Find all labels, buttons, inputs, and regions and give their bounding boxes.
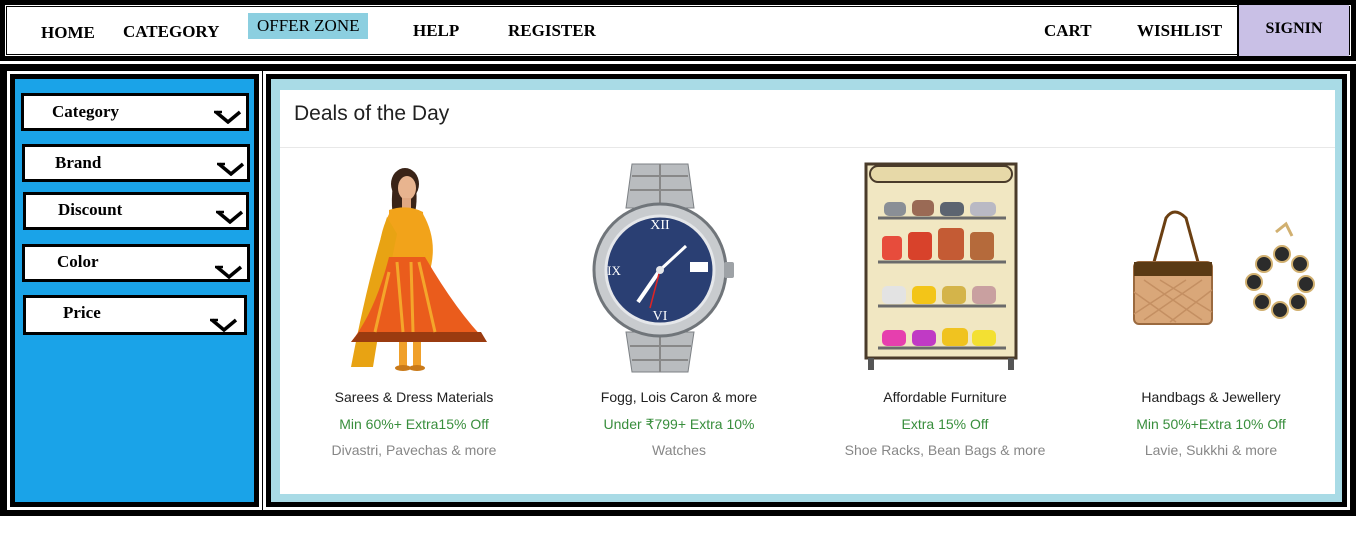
main-border: Deals of the Day Sarees & Dress Material… xyxy=(266,74,1347,507)
chevron-down-icon xyxy=(215,265,243,279)
svg-text:IX: IX xyxy=(607,263,621,278)
filter-brand-dropdown[interactable]: Brand xyxy=(22,144,250,182)
deals-divider xyxy=(280,147,1335,148)
chevron-down-icon xyxy=(217,162,245,176)
content-frame: Category Brand Discount Color Price Deal… xyxy=(0,64,1356,516)
filter-label: Brand xyxy=(55,153,102,172)
signin-button[interactable]: SIGNIN xyxy=(1237,5,1349,56)
deal-name: Sarees & Dress Materials xyxy=(334,389,494,405)
dress-model-image xyxy=(351,168,487,371)
nav-home-link[interactable]: HOME xyxy=(41,18,95,48)
filter-discount-dropdown[interactable]: Discount xyxy=(23,192,249,230)
deal-card-furniture[interactable]: Affordable Furniture Extra 15% Off Shoe … xyxy=(820,162,1070,462)
main-panel: Deals of the Day Sarees & Dress Material… xyxy=(271,79,1342,502)
filter-category-dropdown[interactable]: Category xyxy=(21,93,249,131)
deal-offer: Extra 15% Off xyxy=(901,416,989,432)
deal-name: Affordable Furniture xyxy=(883,389,1007,405)
nav-register-link[interactable]: REGISTER xyxy=(508,16,596,46)
deal-offer: Min 50%+Extra 10% Off xyxy=(1136,416,1286,432)
chevron-down-icon xyxy=(216,210,244,224)
deals-title: Deals of the Day xyxy=(294,102,450,125)
shoe-rack-image xyxy=(864,162,1018,370)
filter-label: Price xyxy=(63,303,101,322)
deal-subtitle: Divastri, Pavechas & more xyxy=(331,442,497,458)
nav-cart-link[interactable]: CART xyxy=(1044,16,1092,46)
deal-name: Fogg, Lois Caron & more xyxy=(600,389,758,405)
deal-name: Handbags & Jewellery xyxy=(1141,389,1281,405)
nav-offer-zone-link[interactable]: OFFER ZONE xyxy=(248,13,369,39)
main-outer: Deals of the Day Sarees & Dress Material… xyxy=(263,71,1350,510)
sidebar-outer: Category Brand Discount Color Price xyxy=(7,71,262,510)
deal-subtitle: Shoe Racks, Bean Bags & more xyxy=(844,442,1046,458)
chevron-down-icon xyxy=(214,110,242,124)
sidebar-border: Category Brand Discount Color Price xyxy=(10,74,259,507)
deal-card-sarees[interactable]: Sarees & Dress Materials Min 60%+ Extra1… xyxy=(289,162,539,462)
svg-text:VI: VI xyxy=(653,309,668,324)
filter-price-dropdown[interactable]: Price xyxy=(23,295,247,335)
deal-card-watches[interactable]: XII VI IX Fogg, Lois Caron & more Under … xyxy=(554,162,804,462)
nav-category-link[interactable]: CATEGORY xyxy=(123,17,219,47)
handbag-bracelet-image xyxy=(1133,210,1315,325)
nav-wishlist-link[interactable]: WISHLIST xyxy=(1137,16,1222,46)
nav-help-link[interactable]: HELP xyxy=(413,16,459,46)
wristwatch-image: XII VI IX xyxy=(592,163,734,373)
deal-offer: Min 60%+ Extra15% Off xyxy=(339,416,489,432)
filter-label: Color xyxy=(57,252,99,271)
filter-color-dropdown[interactable]: Color xyxy=(22,244,250,282)
filter-label: Discount xyxy=(58,200,123,219)
top-navbar: HOME CATEGORY OFFER ZONE HELP REGISTER C… xyxy=(0,0,1356,61)
chevron-down-icon xyxy=(210,318,238,332)
filter-label: Category xyxy=(52,102,120,121)
svg-text:XII: XII xyxy=(650,218,670,233)
deal-offer: Under ₹799+ Extra 10% xyxy=(603,416,755,432)
filter-sidebar: Category Brand Discount Color Price xyxy=(15,79,254,502)
deals-card: Deals of the Day Sarees & Dress Material… xyxy=(280,90,1335,494)
deal-subtitle: Watches xyxy=(652,442,706,458)
deal-subtitle: Lavie, Sukkhi & more xyxy=(1144,442,1278,458)
deal-card-handbags[interactable]: Handbags & Jewellery Min 50%+Extra 10% O… xyxy=(1086,162,1336,462)
